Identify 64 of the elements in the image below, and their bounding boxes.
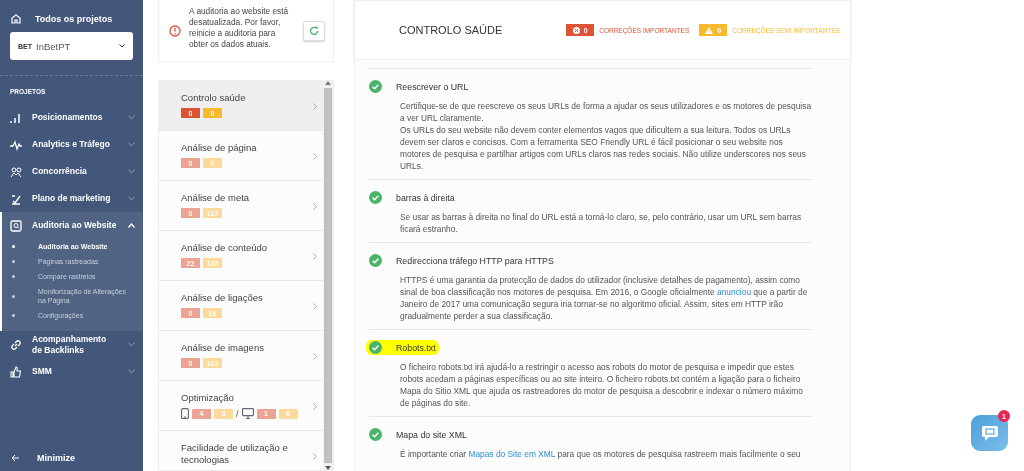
people-icon (10, 165, 22, 178)
section-title: Optimização (181, 392, 235, 404)
link-icon (10, 338, 22, 351)
section-title: Análise de ligações (181, 292, 264, 304)
bar-chart-icon (10, 111, 22, 124)
check-description: HTTPS é uma garantia da protecção de dados do utilizador (inclusive detalhes de pagamento), assim como sinal de boa classificação nos motores de pesquisa. Em 2016, o Google oficialmente anunciou que a partir de Janeiro de 2017 uma comunicação segura iria tornar-se no algoritmo oficial. Assim, sites em HTTP irão gradualmente perder a sua classificação. (400, 274, 809, 322)
thumbs-up-icon (10, 365, 22, 378)
check-title: barras à direita (396, 192, 455, 203)
chevron-right-icon (313, 202, 317, 210)
chevron-right-icon (313, 252, 317, 260)
alert-message: A auditoria ao website está desatualizada. Por favor, reinicie a auditoria para obter os dados atuais. (189, 5, 290, 50)
check-title: Mapa do site XML (396, 429, 467, 440)
home-icon (11, 14, 21, 24)
search-page-icon (10, 219, 22, 232)
nav-item[interactable]: Posicionamentos (0, 104, 143, 131)
project-name: InBetPT (36, 40, 72, 52)
pen-check-icon (10, 192, 22, 205)
phone-icon (181, 408, 189, 419)
check-title: Reescrever o URL (396, 81, 469, 92)
nav-item[interactable]: SMM (0, 358, 143, 385)
chevron-right-icon (313, 352, 317, 360)
nav-item[interactable]: Acompanhamento de Backlinks (0, 331, 143, 358)
check-description: Se usar as barras à direita no final do URL está a torná-lo claro, se, pelo contrário, usar um URL sem barras ficará estranho. (400, 211, 803, 235)
chevron-down-icon (119, 44, 125, 48)
chevron-right-icon (313, 302, 317, 310)
check-title: Robots.txt (396, 342, 436, 353)
chat-button[interactable] (971, 415, 1008, 451)
arrow-up-icon (325, 81, 331, 85)
section-title: Análise de conteúdo (181, 242, 269, 254)
section-title: Facilidade de utilização e tecnologias (181, 442, 289, 466)
nav-item[interactable]: Auditoria ao Website (2, 212, 143, 239)
text-link[interactable]: anunciou (717, 287, 752, 297)
refresh-button[interactable] (303, 20, 325, 41)
section-title: Análise de página (181, 142, 258, 154)
header-title: CONTROLO SAÚDE (399, 24, 504, 36)
check-title: Redirecciona tráfego HTTP para HTTPS (396, 255, 554, 266)
chevron-right-icon (313, 402, 317, 410)
section-title: Análise de meta (181, 192, 251, 204)
warning-icon (705, 26, 714, 34)
nav-item[interactable]: Analytics e Tráfego (0, 131, 143, 158)
arrow-down-icon (325, 466, 331, 470)
nav-item[interactable]: Plano de marketing (0, 185, 143, 212)
check-description: Certifique-se de que reescreve os seus URLs de forma a ajudar os seus utilizadores e os motores de pesquisa a ver URL claramente. (400, 100, 812, 124)
check-description: Os URLs do seu website não devem conter elementos vagos que dificultem a sua leitura. Todos os URLs devem ser claros e concisos. Com a ferramenta SEO Friendly URL é fácil posicionar o seu website nos motores de pesquisa e partilhar artigos com URLs claros nas redes sociais. Não utilize underscores nos seus URLs. (400, 124, 807, 172)
arrow-left-icon (11, 454, 19, 462)
chevron-right-icon (313, 452, 317, 460)
all-projects-link[interactable]: Todos os projetos (35, 14, 113, 24)
section-title: Controlo saúde (181, 92, 247, 104)
chevron-right-icon (313, 102, 317, 110)
warning-circle-icon (169, 24, 181, 37)
separator-text: / (236, 408, 239, 419)
pulse-icon (10, 138, 22, 151)
minimize-button[interactable]: Minimize (0, 453, 143, 471)
text-link[interactable]: Mapas do Site em XML (468, 449, 556, 459)
monitor-icon (241, 408, 254, 419)
scrollbar[interactable] (323, 81, 333, 470)
check-description: O ficheiro robots.txt irá ajudá-lo a restringir o acesso aos robots do motor de pesquisa e impedir que estes robots acedam a páginas específicas ou ao site inteiro. O ficheiro robots.txt contém a ligação para o ficheiro Mapa do Sitio XML que ajuda os rastreadores do motor de pesquisa a descobrir e indexar o número máximo de páginas do site. (400, 361, 804, 409)
section-title: Análise de imagens (181, 342, 265, 354)
chevron-right-icon (313, 152, 317, 160)
check-description: É importante criar Mapas do Site em XML para que os motores de pesquisa rastreem mais facilmente o seu (400, 448, 802, 460)
chat-bubble-icon (980, 424, 999, 442)
close-circle-icon (572, 26, 580, 34)
nav-item[interactable]: Concorrência (0, 158, 143, 185)
refresh-icon (309, 25, 319, 36)
